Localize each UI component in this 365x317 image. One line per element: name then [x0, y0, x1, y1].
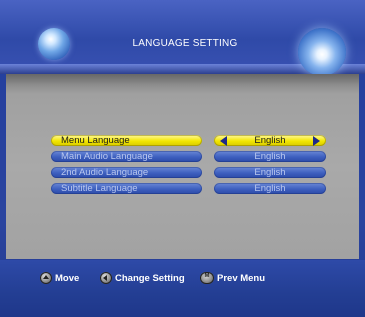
menu-button-icon — [200, 272, 214, 284]
footer-move-hint: Move — [40, 271, 79, 285]
menu-item-label: Subtitle Language — [61, 183, 138, 194]
orb-decoration-icon — [38, 28, 70, 60]
footer-prev-hint: Prev Menu — [200, 271, 265, 285]
updown-button-icon — [40, 272, 52, 284]
footer-change-hint: Change Setting — [100, 271, 185, 285]
footer-prev-label: Prev Menu — [217, 272, 266, 284]
second-audio-language-value[interactable]: English — [214, 167, 326, 178]
footer-change-label: Change Setting — [115, 272, 185, 284]
page-title: LANGUAGE SETTING — [132, 38, 238, 49]
orb-decoration-icon — [298, 28, 346, 76]
main-audio-language-item[interactable]: Main Audio Language — [51, 151, 202, 162]
second-audio-language-item[interactable]: 2nd Audio Language — [51, 167, 202, 178]
menu-item-label: Menu Language — [61, 135, 130, 146]
main-audio-language-value[interactable]: English — [214, 151, 326, 162]
footer-move-label: Move — [55, 272, 80, 284]
subtitle-language-value[interactable]: English — [214, 183, 326, 194]
menu-item-value: English — [254, 167, 286, 178]
menu-item-value: English — [254, 151, 286, 162]
menu-item-value: English — [254, 135, 286, 146]
leftright-button-icon — [100, 272, 112, 284]
tv-osd-screen: LANGUAGE SETTING Menu Language English M… — [0, 0, 365, 317]
menu-language-item[interactable]: Menu Language — [51, 135, 202, 146]
panel-shade — [6, 74, 359, 94]
footer-bar — [0, 260, 365, 317]
menu-language-value[interactable]: English — [214, 135, 326, 146]
menu-item-label: 2nd Audio Language — [61, 167, 149, 178]
menu-item-value: English — [254, 183, 286, 194]
menu-item-label: Main Audio Language — [61, 151, 153, 162]
arrow-right-icon[interactable] — [313, 136, 320, 146]
subtitle-language-item[interactable]: Subtitle Language — [51, 183, 202, 194]
